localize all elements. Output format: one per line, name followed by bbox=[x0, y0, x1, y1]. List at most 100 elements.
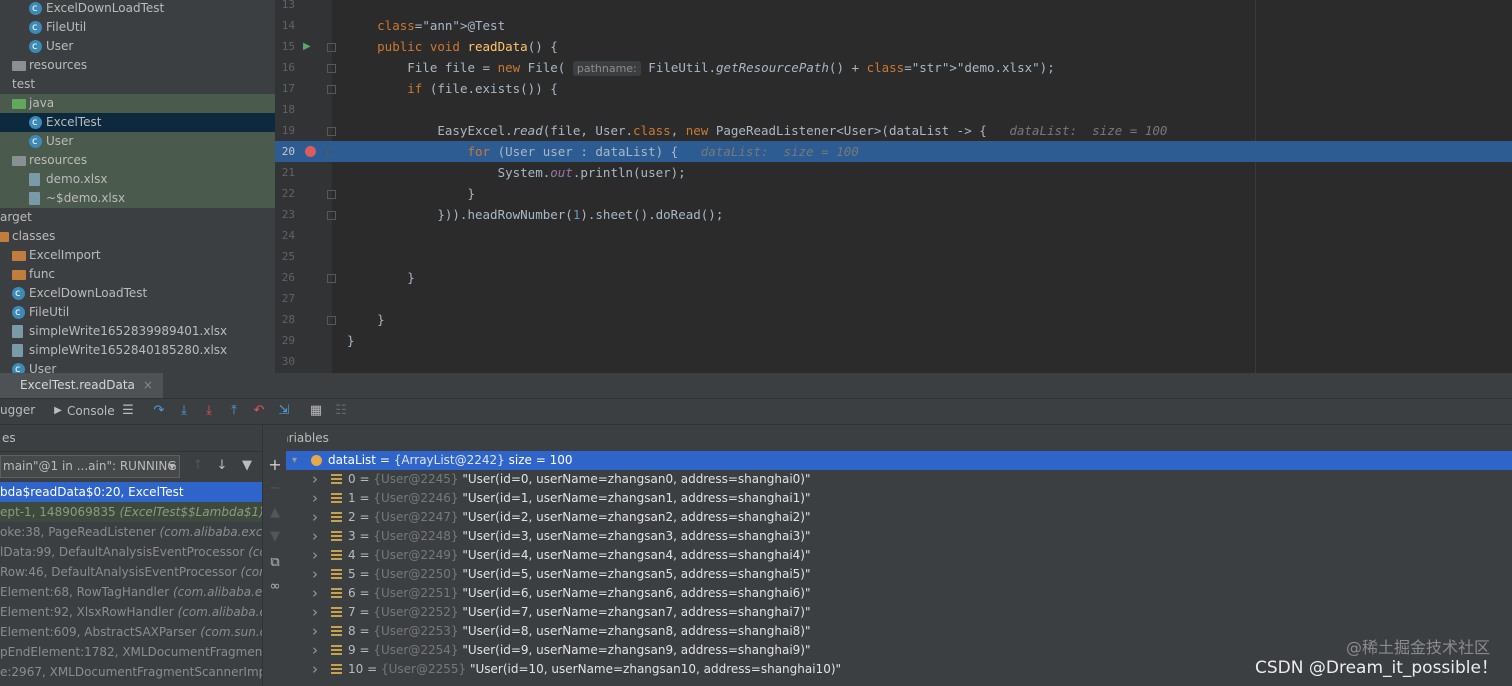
gutter-line[interactable]: 21 bbox=[275, 162, 332, 183]
code-line[interactable]: public void readData() { bbox=[332, 36, 1512, 57]
code-line[interactable]: } bbox=[332, 267, 1512, 288]
arrow-down-icon[interactable]: ↓ bbox=[214, 458, 230, 474]
tree-item[interactable]: java bbox=[0, 94, 275, 113]
copy-icon[interactable]: ⧉ bbox=[268, 556, 282, 570]
force-step-into-icon[interactable]: ⤓ bbox=[201, 403, 217, 419]
chevron-right-icon[interactable]: › bbox=[312, 641, 318, 660]
stack-frame[interactable]: oke:38, PageReadListener (com.alibaba.ex… bbox=[0, 522, 262, 542]
stack-frame[interactable]: bda$readData$0:20, ExcelTest bbox=[0, 482, 262, 502]
tree-item[interactable]: resources bbox=[0, 56, 275, 75]
thread-selector[interactable]: main"@1 in ...ain": RUNNING ▾ bbox=[0, 455, 180, 478]
chevron-right-icon[interactable]: › bbox=[312, 546, 318, 565]
gutter-line[interactable]: 14 bbox=[275, 15, 332, 36]
tree-item[interactable]: FileUtil bbox=[0, 303, 275, 322]
variable-row[interactable]: › 8 = {User@2253} "User(id=8, userName=zh… bbox=[286, 622, 1512, 641]
tree-item[interactable]: ExcelImport bbox=[0, 246, 275, 265]
tree-item[interactable]: User bbox=[0, 132, 275, 151]
gutter-line[interactable]: 20 bbox=[275, 141, 336, 162]
chevron-right-icon[interactable]: › bbox=[312, 660, 318, 679]
evaluate-expression-icon[interactable]: ▦ bbox=[308, 403, 324, 419]
breakpoint-icon[interactable] bbox=[305, 146, 316, 157]
stack-frame[interactable]: lData:99, DefaultAnalysisEventProcessor … bbox=[0, 542, 262, 562]
code-line[interactable] bbox=[332, 246, 1512, 267]
variable-row[interactable]: › 6 = {User@2251} "User(id=6, userName=zh… bbox=[286, 584, 1512, 603]
variable-row[interactable]: › 5 = {User@2250} "User(id=5, userName=zh… bbox=[286, 565, 1512, 584]
debug-session-tab[interactable]: ExcelTest.readData × bbox=[0, 373, 163, 398]
tree-item[interactable]: ~$demo.xlsx bbox=[0, 189, 275, 208]
code-line[interactable]: System.out.println(user); bbox=[332, 162, 1512, 183]
code-line[interactable]: File file = new File( pathname: FileUtil… bbox=[332, 57, 1512, 78]
code-line[interactable]: } bbox=[332, 330, 1512, 351]
code-line[interactable] bbox=[332, 288, 1512, 309]
tree-item[interactable]: test bbox=[0, 75, 275, 94]
tree-item[interactable]: FileUtil bbox=[0, 18, 275, 37]
move-down-icon[interactable]: ▼ bbox=[268, 530, 282, 544]
gutter-line[interactable]: 29 bbox=[275, 330, 332, 351]
arrow-up-icon[interactable]: ↑ bbox=[190, 458, 206, 474]
variable-row[interactable]: › 7 = {User@2252} "User(id=7, userName=zh… bbox=[286, 603, 1512, 622]
step-into-icon[interactable]: ⤓ bbox=[176, 403, 192, 419]
tree-item[interactable]: ExcelTest bbox=[0, 113, 275, 132]
chevron-right-icon[interactable]: › bbox=[312, 527, 318, 546]
gutter-line[interactable]: 19 bbox=[275, 120, 336, 141]
variable-row[interactable]: › 1 = {User@2246} "User(id=1, userName=zh… bbox=[286, 489, 1512, 508]
stack-frame[interactable]: ept-1, 1489069835 (ExcelTest$$Lambda$1) bbox=[0, 502, 262, 522]
move-up-icon[interactable]: ▲ bbox=[268, 506, 282, 520]
gutter-line[interactable]: 18 bbox=[275, 99, 332, 120]
gutter-line[interactable]: 25 bbox=[275, 246, 332, 267]
code-line[interactable] bbox=[332, 0, 1512, 15]
variable-row[interactable]: › 4 = {User@2249} "User(id=4, userName=zh… bbox=[286, 546, 1512, 565]
code-editor[interactable]: 13 14 15 ▶ 16 17 18 19 20 21 22 23 24 25 26 27 28 29 30 cl… bbox=[275, 0, 1512, 373]
chevron-right-icon[interactable]: › bbox=[312, 622, 318, 641]
code-line[interactable]: })).headRowNumber(1).sheet().doRead(); bbox=[332, 204, 1512, 225]
tree-item[interactable]: classes bbox=[0, 227, 275, 246]
chevron-right-icon[interactable]: › bbox=[312, 489, 318, 508]
chevron-down-icon[interactable]: ▾ bbox=[292, 451, 297, 470]
tree-item[interactable]: User bbox=[0, 37, 275, 56]
filter-icon[interactable]: ▼ bbox=[239, 458, 255, 474]
variable-row[interactable]: › 2 = {User@2247} "User(id=2, userName=zh… bbox=[286, 508, 1512, 527]
tree-item[interactable]: demo.xlsx bbox=[0, 170, 275, 189]
show-watches-icon[interactable]: ∞ bbox=[268, 580, 282, 594]
code-line[interactable] bbox=[332, 351, 1512, 372]
step-out-icon[interactable]: ⤒ bbox=[226, 403, 242, 419]
tree-item[interactable]: func bbox=[0, 265, 275, 284]
stack-frame[interactable]: e:2967, XMLDocumentFragmentScannerImpl$F… bbox=[0, 662, 262, 682]
gutter-line[interactable]: 13 bbox=[275, 0, 332, 15]
gutter-line[interactable]: 24 bbox=[275, 225, 332, 246]
code-line[interactable]: } bbox=[332, 183, 1512, 204]
tab-debugger[interactable]: ugger bbox=[0, 403, 35, 417]
code-line[interactable]: class="ann">@Test bbox=[332, 15, 1512, 36]
gutter-line[interactable]: 28 bbox=[275, 309, 336, 330]
gutter-line[interactable]: 27 bbox=[275, 288, 332, 309]
gutter-line[interactable]: 15 ▶ bbox=[275, 36, 336, 57]
gutter-line[interactable]: 30 bbox=[275, 351, 332, 372]
chevron-right-icon[interactable]: › bbox=[312, 470, 318, 489]
remove-watch-icon[interactable]: − bbox=[268, 482, 282, 496]
tree-item[interactable]: resources bbox=[0, 151, 275, 170]
trace-stream-icon[interactable]: ☷ bbox=[333, 403, 349, 419]
run-to-cursor-icon[interactable]: ⇲ bbox=[276, 403, 292, 419]
tree-item[interactable]: arget bbox=[0, 208, 275, 227]
tree-item[interactable]: simpleWrite1652839989401.xlsx bbox=[0, 322, 275, 341]
gutter-line[interactable]: 26 bbox=[275, 267, 336, 288]
stack-frame[interactable]: Row:46, DefaultAnalysisEventProcessor (c… bbox=[0, 562, 262, 582]
gutter-line[interactable]: 16 bbox=[275, 57, 336, 78]
code-line[interactable] bbox=[332, 225, 1512, 246]
run-test-icon[interactable]: ▶ bbox=[303, 36, 311, 57]
drop-frame-icon[interactable]: ↶ bbox=[251, 403, 267, 419]
chevron-right-icon[interactable]: › bbox=[312, 584, 318, 603]
code-line[interactable]: } bbox=[332, 309, 1512, 330]
variable-row[interactable]: › 0 = {User@2245} "User(id=0, userName=zh… bbox=[286, 470, 1512, 489]
step-over-icon[interactable]: ↷ bbox=[151, 403, 167, 419]
code-line[interactable] bbox=[332, 99, 1512, 120]
stack-frame[interactable]: pEndElement:1782, XMLDocumentFragmentSca… bbox=[0, 642, 262, 662]
gutter-line[interactable]: 22 bbox=[275, 183, 336, 204]
stack-frame[interactable]: Element:609, AbstractSAXParser (com.sun.… bbox=[0, 622, 262, 642]
chevron-right-icon[interactable]: › bbox=[312, 508, 318, 527]
chevron-right-icon[interactable]: › bbox=[312, 603, 318, 622]
add-watch-icon[interactable]: + bbox=[268, 457, 282, 473]
gutter-line[interactable]: 23 bbox=[275, 204, 336, 225]
tab-console[interactable]: Console bbox=[67, 404, 115, 418]
tree-item[interactable]: User bbox=[0, 360, 275, 373]
